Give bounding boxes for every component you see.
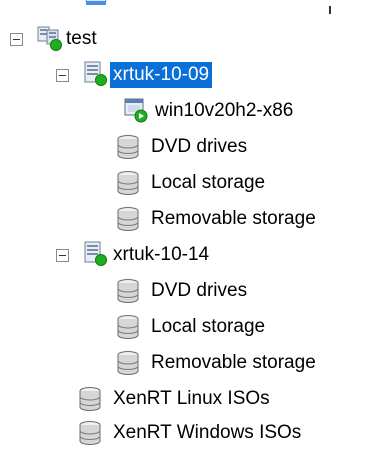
tree-node-storage[interactable]: Local storage [0,166,366,200]
storage-label[interactable]: DVD drives [148,134,250,160]
storage-icon [117,315,139,339]
tree-node-storage[interactable]: Local storage [0,310,366,344]
storage-label[interactable]: Local storage [148,314,268,340]
vm-label[interactable]: win10v20h2-x86 [152,98,296,124]
host-icon [84,61,107,86]
tree-node-pool-storage[interactable]: XenRT Linux ISOs [0,382,366,416]
storage-label[interactable]: Removable storage [148,350,319,376]
storage-icon [79,387,101,411]
tree-node-host[interactable]: xrtuk-10-09 [0,58,366,92]
tree-node-storage[interactable]: DVD drives [0,130,366,164]
tree-node-pool-storage[interactable]: XenRT Windows ISOs [0,416,366,450]
clipped-row-above [0,0,366,20]
resource-tree[interactable]: test xrtuk-10-09 win10v20h2-x86 DVD driv… [0,0,366,447]
vm-running-icon [124,98,148,123]
tree-node-vm[interactable]: win10v20h2-x86 [0,94,366,128]
storage-label[interactable]: Removable storage [148,206,319,232]
storage-icon [117,135,139,159]
pool-label[interactable]: test [63,26,100,52]
clipped-item-icon [85,0,107,5]
tree-node-host[interactable]: xrtuk-10-14 [0,238,366,272]
clipped-text-fragment [329,6,331,14]
pool-storage-label[interactable]: XenRT Windows ISOs [110,420,304,446]
storage-icon [79,421,101,445]
host-label-selected[interactable]: xrtuk-10-09 [110,62,213,88]
storage-icon [117,171,139,195]
tree-node-storage[interactable]: DVD drives [0,274,366,308]
pool-storage-label[interactable]: XenRT Linux ISOs [110,386,273,412]
storage-icon [117,207,139,231]
tree-node-storage[interactable]: Removable storage [0,202,366,236]
storage-label[interactable]: Local storage [148,170,268,196]
tree-node-storage[interactable]: Removable storage [0,346,366,380]
host-icon [84,241,107,266]
host-label[interactable]: xrtuk-10-14 [110,242,212,268]
collapse-toggle-host[interactable] [56,69,69,82]
collapse-toggle-pool[interactable] [10,33,23,46]
collapse-toggle-host[interactable] [56,249,69,262]
storage-label[interactable]: DVD drives [148,278,250,304]
storage-icon [117,279,139,303]
storage-icon [117,351,139,375]
pool-icon [37,26,62,51]
tree-node-pool[interactable]: test [0,22,366,56]
